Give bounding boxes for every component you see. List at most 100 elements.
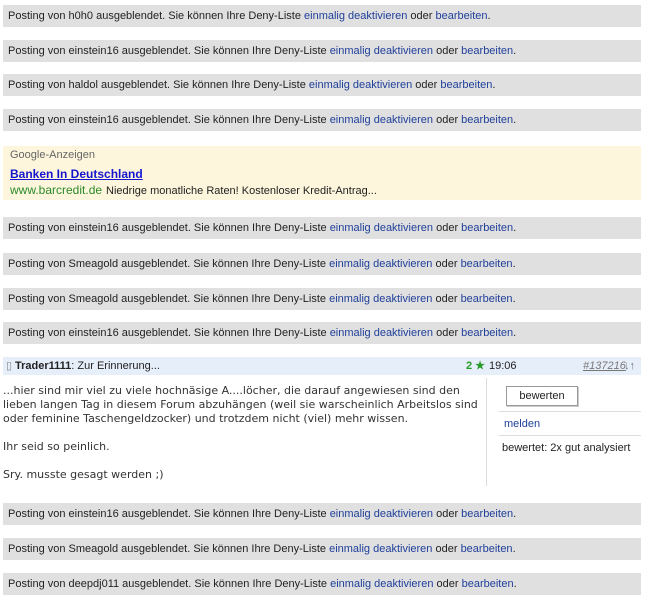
notice-text: ausgeblendet. Sie können Ihre Deny-Liste <box>118 543 330 555</box>
notice-text: . <box>513 222 517 234</box>
edit-deny-list-link[interactable]: bearbeiten <box>462 578 514 590</box>
hidden-user-name: einstein16 <box>68 222 119 234</box>
post-author[interactable]: Trader1111 <box>15 360 71 372</box>
disable-deny-list-link[interactable]: einmalig deaktivieren <box>329 293 432 305</box>
edit-deny-list-link[interactable]: bearbeiten <box>461 114 513 126</box>
hidden-post-notice: Posting von Smeagold ausgeblendet. Sie k… <box>3 253 641 275</box>
post-paragraph: Sry. musste gesagt werden ;) <box>3 468 164 481</box>
notice-text: Posting von <box>8 222 69 234</box>
notice-text: oder <box>433 578 462 590</box>
disable-deny-list-link[interactable]: einmalig deaktivieren <box>330 508 433 520</box>
hidden-post-notice: Posting von h0h0 ausgeblendet. Sie könne… <box>3 5 641 27</box>
rate-button[interactable]: bewerten <box>506 386 578 406</box>
edit-deny-list-link[interactable]: bearbeiten <box>461 293 513 305</box>
notice-text: Posting von <box>8 293 69 305</box>
ad-url[interactable]: www.barcredit.de <box>10 183 102 197</box>
disable-deny-list-link[interactable]: einmalig deaktivieren <box>330 45 433 57</box>
hidden-post-notice: Posting von einstein16 ausgeblendet. Sie… <box>3 322 641 344</box>
disable-deny-list-link[interactable]: einmalig deaktivieren <box>330 578 433 590</box>
hidden-post-notice: Posting von Smeagold ausgeblendet. Sie k… <box>3 288 641 310</box>
notice-text: ausgeblendet. Sie können Ihre Deny-Liste <box>118 114 330 126</box>
notice-text: . <box>513 327 517 339</box>
edit-deny-list-link[interactable]: bearbeiten <box>440 79 492 91</box>
notice-text: oder <box>433 222 462 234</box>
hidden-user-name: einstein16 <box>68 508 119 520</box>
notice-text: Posting von <box>8 327 69 339</box>
disable-deny-list-link[interactable]: einmalig deaktivieren <box>309 79 412 91</box>
post-number-link[interactable]: #137216 <box>583 357 626 375</box>
post-paragraph: Ihr seid so peinlich. <box>3 440 110 453</box>
notice-text: ausgeblendet. Sie können Ihre Deny-Liste <box>118 327 330 339</box>
post-sidebar: bewerten melden bewertet: 2x gut analysi… <box>486 378 642 486</box>
notice-text: ausgeblendet. Sie können Ihre Deny-Liste <box>93 10 305 22</box>
hidden-user-name: einstein16 <box>68 45 119 57</box>
notice-text: ausgeblendet. Sie können Ihre Deny-Liste <box>118 258 330 270</box>
rating-summary: bewertet: 2x gut analysiert <box>502 442 631 454</box>
edit-deny-list-link[interactable]: bearbeiten <box>436 10 488 22</box>
notice-text: . <box>513 45 517 57</box>
hidden-post-notice: Posting von einstein16 ausgeblendet. Sie… <box>3 217 641 239</box>
notice-text: Posting von <box>8 508 69 520</box>
notice-text: ausgeblendet. Sie können Ihre Deny-Liste <box>118 508 330 520</box>
notice-text: . <box>492 79 496 91</box>
notice-text: Posting von <box>8 258 69 270</box>
notice-text: . <box>487 10 491 22</box>
navigate-arrows-icon[interactable]: ↓↑ <box>624 357 635 375</box>
notice-text: ausgeblendet. Sie können Ihre Deny-Liste <box>118 222 330 234</box>
edit-deny-list-link[interactable]: bearbeiten <box>461 508 513 520</box>
notice-text: oder <box>433 327 462 339</box>
hidden-post-notice: Posting von haldol ausgeblendet. Sie kön… <box>3 74 641 96</box>
hidden-user-name: haldol <box>68 79 98 91</box>
notice-text: Posting von <box>8 45 69 57</box>
notice-text: . <box>513 578 517 590</box>
edit-deny-list-link[interactable]: bearbeiten <box>461 45 513 57</box>
hidden-post-notice: Posting von einstein16 ausgeblendet. Sie… <box>3 109 641 131</box>
notice-text: Posting von <box>8 79 69 91</box>
disable-deny-list-link[interactable]: einmalig deaktivieren <box>330 222 433 234</box>
hidden-post-notice: Posting von einstein16 ausgeblendet. Sie… <box>3 503 641 525</box>
post-body: ...hier sind mir viel zu viele hochnäsig… <box>3 384 483 496</box>
divider <box>499 435 641 436</box>
notice-text: Posting von <box>8 114 69 126</box>
hidden-user-name: einstein16 <box>68 114 119 126</box>
edit-deny-list-link[interactable]: bearbeiten <box>461 258 513 270</box>
edit-deny-list-link[interactable]: bearbeiten <box>461 222 513 234</box>
notice-text: . <box>513 114 517 126</box>
notice-text: oder <box>432 543 461 555</box>
hidden-user-name: einstein16 <box>68 327 119 339</box>
divider <box>499 411 641 412</box>
disable-deny-list-link[interactable]: einmalig deaktivieren <box>304 10 407 22</box>
disable-deny-list-link[interactable]: einmalig deaktivieren <box>330 114 433 126</box>
notice-text: ausgeblendet. Sie können Ihre Deny-Liste <box>118 293 330 305</box>
hidden-user-name: Smeagold <box>68 258 119 270</box>
hidden-user-name: deepdj011 <box>68 578 120 590</box>
notice-text: oder <box>433 114 462 126</box>
ad-title-link[interactable]: Banken In Deutschland <box>10 167 641 181</box>
notice-text: ausgeblendet. Sie können Ihre Deny-Liste <box>97 79 309 91</box>
notice-text: Posting von <box>8 543 69 555</box>
notice-text: ausgeblendet. Sie können Ihre Deny-Liste <box>119 578 331 590</box>
post-paragraph: ...hier sind mir viel zu viele hochnäsig… <box>3 384 478 425</box>
post-subject: : Zur Erinnerung... <box>71 360 160 372</box>
notice-text: ausgeblendet. Sie können Ihre Deny-Liste <box>118 45 330 57</box>
report-link[interactable]: melden <box>504 418 540 430</box>
notice-text: Posting von <box>8 10 69 22</box>
notice-text: oder <box>432 258 461 270</box>
disable-deny-list-link[interactable]: einmalig deaktivieren <box>329 543 432 555</box>
edit-deny-list-link[interactable]: bearbeiten <box>461 327 513 339</box>
disable-deny-list-link[interactable]: einmalig deaktivieren <box>329 258 432 270</box>
notice-text: . <box>512 543 516 555</box>
ad-description: Niedrige monatliche Raten! Kostenloser K… <box>106 185 377 197</box>
notice-text: . <box>512 258 516 270</box>
notice-text: oder <box>412 79 441 91</box>
google-ad: Google-Anzeigen Banken In Deutschland ww… <box>3 146 641 200</box>
post-icon: ▯ <box>6 360 13 372</box>
notice-text: oder <box>433 508 462 520</box>
hidden-post-notice: Posting von deepdj011 ausgeblendet. Sie … <box>3 573 641 595</box>
notice-text: oder <box>432 293 461 305</box>
hidden-user-name: h0h0 <box>68 10 94 22</box>
notice-text: . <box>512 293 516 305</box>
edit-deny-list-link[interactable]: bearbeiten <box>461 543 513 555</box>
disable-deny-list-link[interactable]: einmalig deaktivieren <box>330 327 433 339</box>
notice-text: oder <box>433 45 462 57</box>
